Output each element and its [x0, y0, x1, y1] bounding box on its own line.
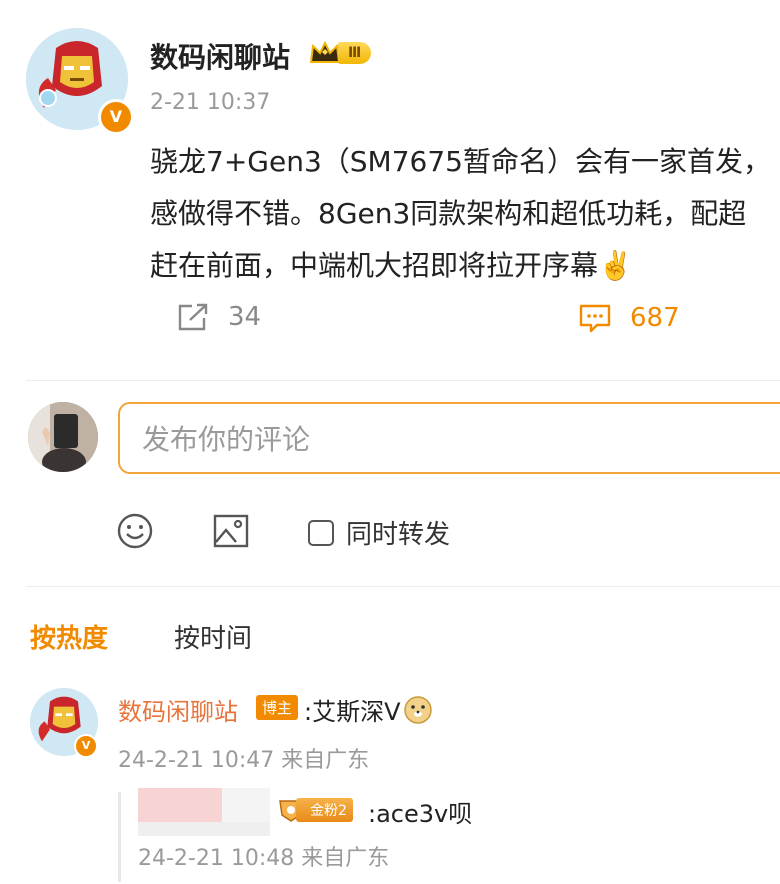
- comment-time: 24-2-21 10:47 来自广东: [118, 748, 370, 773]
- comment-icon: [579, 304, 611, 333]
- level-number: Ⅲ: [338, 42, 372, 64]
- user-photo-icon: [28, 402, 98, 472]
- comment-count: 687: [630, 303, 680, 333]
- also-repost-toggle[interactable]: 同时转发: [308, 514, 450, 551]
- crown-icon: [309, 40, 341, 63]
- comment-input-box[interactable]: [118, 402, 780, 474]
- smiley-icon: [117, 513, 153, 549]
- post-author-name[interactable]: 数码闲聊站: [150, 36, 290, 76]
- reply-time: 24-2-21 10:48 来自广东: [138, 846, 390, 871]
- share-icon: [178, 303, 208, 331]
- comment-input[interactable]: [120, 404, 753, 474]
- tab-sort-time[interactable]: 按时间: [174, 618, 252, 655]
- comment-button[interactable]: 687: [578, 302, 680, 334]
- post-time: 2-21 10:37: [150, 90, 271, 115]
- reply-thread-bar: [118, 792, 121, 882]
- doge-emoji-icon: [403, 695, 432, 724]
- member-level-badge[interactable]: Ⅲ: [308, 40, 372, 66]
- fan-level-badge[interactable]: 金粉2: [276, 797, 353, 823]
- verified-badge-icon: V: [74, 734, 98, 758]
- commenter-name[interactable]: 数码闲聊站: [118, 692, 238, 727]
- also-repost-label: 同时转发: [346, 520, 451, 550]
- fan-level-label: 金粉2: [296, 798, 353, 822]
- repost-button[interactable]: 34: [176, 302, 261, 332]
- divider: [26, 380, 780, 381]
- verified-badge-icon: V: [98, 99, 134, 135]
- post-body: 骁龙7+Gen3（SM7675暂命名）会有一家首发， 感做得不错。8Gen3同款…: [150, 136, 780, 292]
- image-button[interactable]: [212, 512, 250, 554]
- repost-count: 34: [228, 302, 262, 332]
- author-tag: 博主: [256, 695, 299, 720]
- emoji-button[interactable]: [116, 512, 154, 554]
- post-line-1: 骁龙7+Gen3（SM7675暂命名）会有一家首发，: [150, 145, 771, 178]
- comment-text: :艾斯深V: [304, 692, 433, 727]
- image-icon: [213, 514, 249, 548]
- my-avatar[interactable]: [28, 402, 98, 472]
- post-line-3: 赶在前面，中端机大招即将拉开序幕✌️: [150, 249, 633, 282]
- comment-text-content: :艾斯深V: [304, 698, 401, 726]
- blurred-replier-name: [138, 788, 270, 836]
- tab-sort-hot[interactable]: 按热度: [30, 618, 108, 655]
- divider: [26, 586, 780, 587]
- post-line-2: 感做得不错。8Gen3同款架构和超低功耗，配超: [150, 197, 747, 230]
- repost-checkbox[interactable]: [308, 519, 334, 546]
- reply-text: :ace3v呗: [368, 800, 473, 828]
